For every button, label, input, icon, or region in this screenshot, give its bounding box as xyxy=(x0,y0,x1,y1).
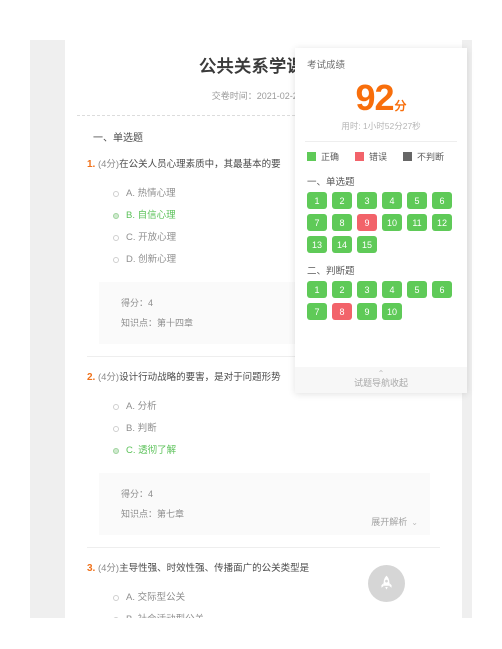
question-2-answer-box: 得分：4 知识点：第七章 展开解析 ⌄ xyxy=(99,473,430,535)
nav-cell-2-2[interactable]: 2 xyxy=(332,281,352,298)
option-label: B. 自信心理 xyxy=(126,210,176,221)
legend-unjudged-swatch xyxy=(403,152,413,161)
question-2-score: 得分：4 xyxy=(121,489,154,499)
radio-icon xyxy=(113,257,119,263)
nav-cell-1-15[interactable]: 15 xyxy=(357,236,377,253)
nav-cell-1-12[interactable]: 12 xyxy=(432,214,452,231)
radio-icon xyxy=(113,426,119,432)
nav-cell-1-5[interactable]: 5 xyxy=(407,192,427,209)
nav-cell-2-10[interactable]: 10 xyxy=(382,303,402,320)
score-unit: 分 xyxy=(394,99,407,113)
option-2-c[interactable]: C. 透彻了解 xyxy=(87,440,440,462)
nav-cell-1-10[interactable]: 10 xyxy=(382,214,402,231)
score-value: 92 xyxy=(355,77,394,118)
expand-analysis-label: 展开解析 xyxy=(371,517,408,527)
back-to-top-button[interactable] xyxy=(368,565,405,602)
score-display: 92分 用时: 1小时52分27秒 xyxy=(295,71,467,132)
nav-grid-single-choice: 1 2 3 4 5 6 7 8 9 10 11 12 13 14 15 xyxy=(307,192,457,258)
question-1-number: 1. xyxy=(87,159,96,170)
rocket-icon xyxy=(381,575,392,590)
status-legend: 正确 错误 不判断 xyxy=(295,142,467,163)
question-3-number: 3. xyxy=(87,563,96,574)
nav-cell-1-1[interactable]: 1 xyxy=(307,192,327,209)
nav-cell-1-3[interactable]: 3 xyxy=(357,192,377,209)
time-used: 用时: 1小时52分27秒 xyxy=(341,121,421,131)
collapse-nav-label: 试题导航收起 xyxy=(353,378,408,388)
question-2-divider xyxy=(87,547,440,548)
question-2-points: (4分) xyxy=(97,372,120,383)
nav-cell-1-9[interactable]: 9 xyxy=(357,214,377,231)
nav-cell-2-6[interactable]: 6 xyxy=(432,281,452,298)
radio-icon xyxy=(113,404,119,410)
expand-analysis-button[interactable]: 展开解析 ⌄ xyxy=(371,515,418,528)
option-label: B. 社会活动型公关 xyxy=(126,613,204,618)
legend-unjudged: 不判断 xyxy=(403,150,444,163)
option-label: C. 透彻了解 xyxy=(126,445,177,456)
nav-grid-true-false: 1 2 3 4 5 6 7 8 9 10 xyxy=(307,281,457,325)
page-root: 公共关系学课程( 交卷时间：2021-02-22 16 一、单选题 1. (4分… xyxy=(0,0,502,649)
option-label: A. 分析 xyxy=(126,401,157,412)
nav-panel-heading: 考试成绩 xyxy=(307,60,346,71)
nav-cell-1-4[interactable]: 4 xyxy=(382,192,402,209)
legend-correct-label: 正确 xyxy=(321,152,340,162)
radio-icon xyxy=(113,595,119,601)
option-label: D. 创新心理 xyxy=(126,254,177,265)
radio-selected-icon xyxy=(113,448,119,454)
nav-groups: 一、单选题 1 2 3 4 5 6 7 8 9 10 11 12 13 14 15 二、判断题 123456… xyxy=(295,163,467,325)
nav-cell-2-1[interactable]: 1 xyxy=(307,281,327,298)
option-label: A. 热情心理 xyxy=(126,188,176,199)
question-1-text: 在公关人员心理素质中，其最基本的要 xyxy=(119,159,281,170)
option-label: B. 判断 xyxy=(126,423,157,434)
option-label: A. 交际型公关 xyxy=(126,592,186,603)
nav-group-title: 二、判断题 xyxy=(307,266,355,277)
question-2-options: A. 分析 B. 判断 C. 透彻了解 xyxy=(87,396,440,462)
nav-cell-2-8[interactable]: 8 xyxy=(332,303,352,320)
nav-cell-2-9[interactable]: 9 xyxy=(357,303,377,320)
nav-cell-2-7[interactable]: 7 xyxy=(307,303,327,320)
collapse-nav-button[interactable]: ⌃ 试题导航收起 xyxy=(295,367,467,393)
question-nav-panel: 考试成绩 92分 用时: 1小时52分27秒 正确 错误 不判断 一、单选题 1… xyxy=(295,48,467,393)
nav-group-true-false: 二、判断题 1 2 3 4 5 6 7 8 9 10 xyxy=(307,263,457,325)
option-3-b[interactable]: B. 社会活动型公关 xyxy=(87,609,440,618)
question-2-text: 设计行动战略的要害，是对于问题形势 xyxy=(119,372,281,383)
radio-icon xyxy=(113,235,119,241)
nav-cell-1-13[interactable]: 13 xyxy=(307,236,327,253)
option-2-b[interactable]: B. 判断 xyxy=(87,418,440,440)
legend-unjudged-label: 不判断 xyxy=(417,152,445,162)
nav-cell-2-5[interactable]: 5 xyxy=(407,281,427,298)
legend-correct-swatch xyxy=(307,152,316,161)
radio-selected-icon xyxy=(113,213,119,219)
question-3-text: 主导性强、时效性强、传播面广的公关类型是 xyxy=(119,563,310,574)
nav-cell-1-2[interactable]: 2 xyxy=(332,192,352,209)
chevron-down-icon: ⌄ xyxy=(411,518,418,527)
nav-group-single-choice: 一、单选题 1 2 3 4 5 6 7 8 9 10 11 12 13 14 15 xyxy=(307,174,457,258)
option-2-a[interactable]: A. 分析 xyxy=(87,396,440,418)
nav-cell-1-11[interactable]: 11 xyxy=(407,214,427,231)
nav-cell-2-3[interactable]: 3 xyxy=(357,281,377,298)
legend-wrong-label: 错误 xyxy=(369,152,388,162)
question-2-number: 2. xyxy=(87,372,96,383)
nav-cell-1-14[interactable]: 14 xyxy=(332,236,352,253)
question-1-points: (4分) xyxy=(97,159,120,170)
nav-cell-1-8[interactable]: 8 xyxy=(332,214,352,231)
legend-wrong: 错误 xyxy=(355,150,387,163)
nav-cell-1-6[interactable]: 6 xyxy=(432,192,452,209)
legend-correct: 正确 xyxy=(307,150,339,163)
legend-wrong-swatch xyxy=(355,152,365,161)
nav-group-title: 一、单选题 xyxy=(307,177,355,188)
radio-icon xyxy=(113,191,119,197)
question-2: 2. (4分)设计行动战略的要害，是对于问题形势 A. 分析 B. 判断 C. … xyxy=(87,370,440,548)
option-label: C. 开放心理 xyxy=(126,232,177,243)
nav-cell-1-7[interactable]: 7 xyxy=(307,214,327,231)
radio-icon xyxy=(113,617,119,618)
question-3-points: (4分) xyxy=(97,563,120,574)
nav-cell-2-4[interactable]: 4 xyxy=(382,281,402,298)
